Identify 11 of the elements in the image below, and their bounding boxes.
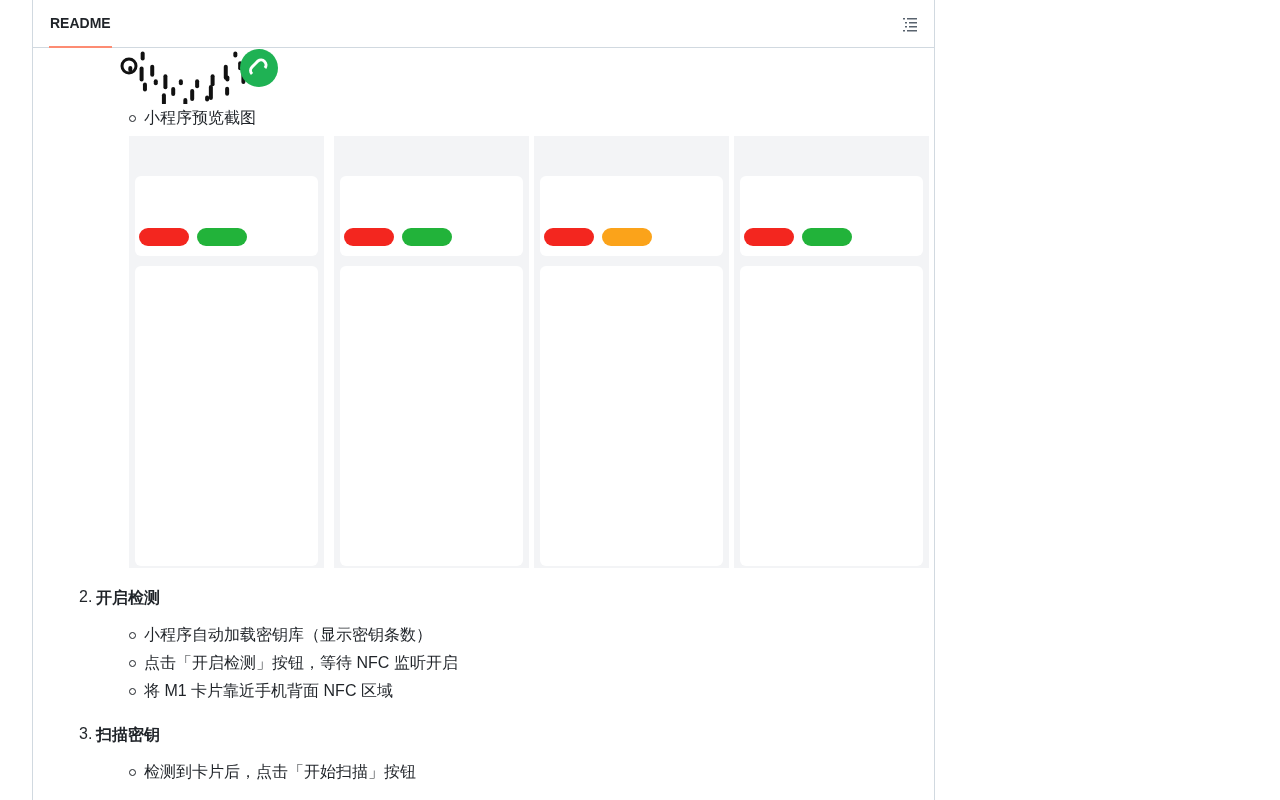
list-item-text: 小程序自动加载密钥库（显示密钥条数） (144, 624, 432, 645)
list-item-text: 将 M1 卡片靠近手机背面 NFC 区域 (144, 680, 393, 701)
step-number: 3. (79, 725, 93, 744)
outline-menu-icon[interactable] (902, 15, 918, 32)
list-item-text: 点击「开启检测」按钮，等待 NFC 监听开启 (144, 652, 458, 673)
list-item-text: 检测到卡片后，点击「开始扫描」按钮 (144, 761, 416, 782)
step-title: 开启检测 (96, 588, 161, 608)
step-title: 扫描密钥 (96, 725, 161, 745)
readme-tab[interactable]: README (49, 0, 112, 48)
step-number: 2. (79, 588, 93, 607)
list-item-text: 小程序预览截图 (144, 107, 256, 128)
